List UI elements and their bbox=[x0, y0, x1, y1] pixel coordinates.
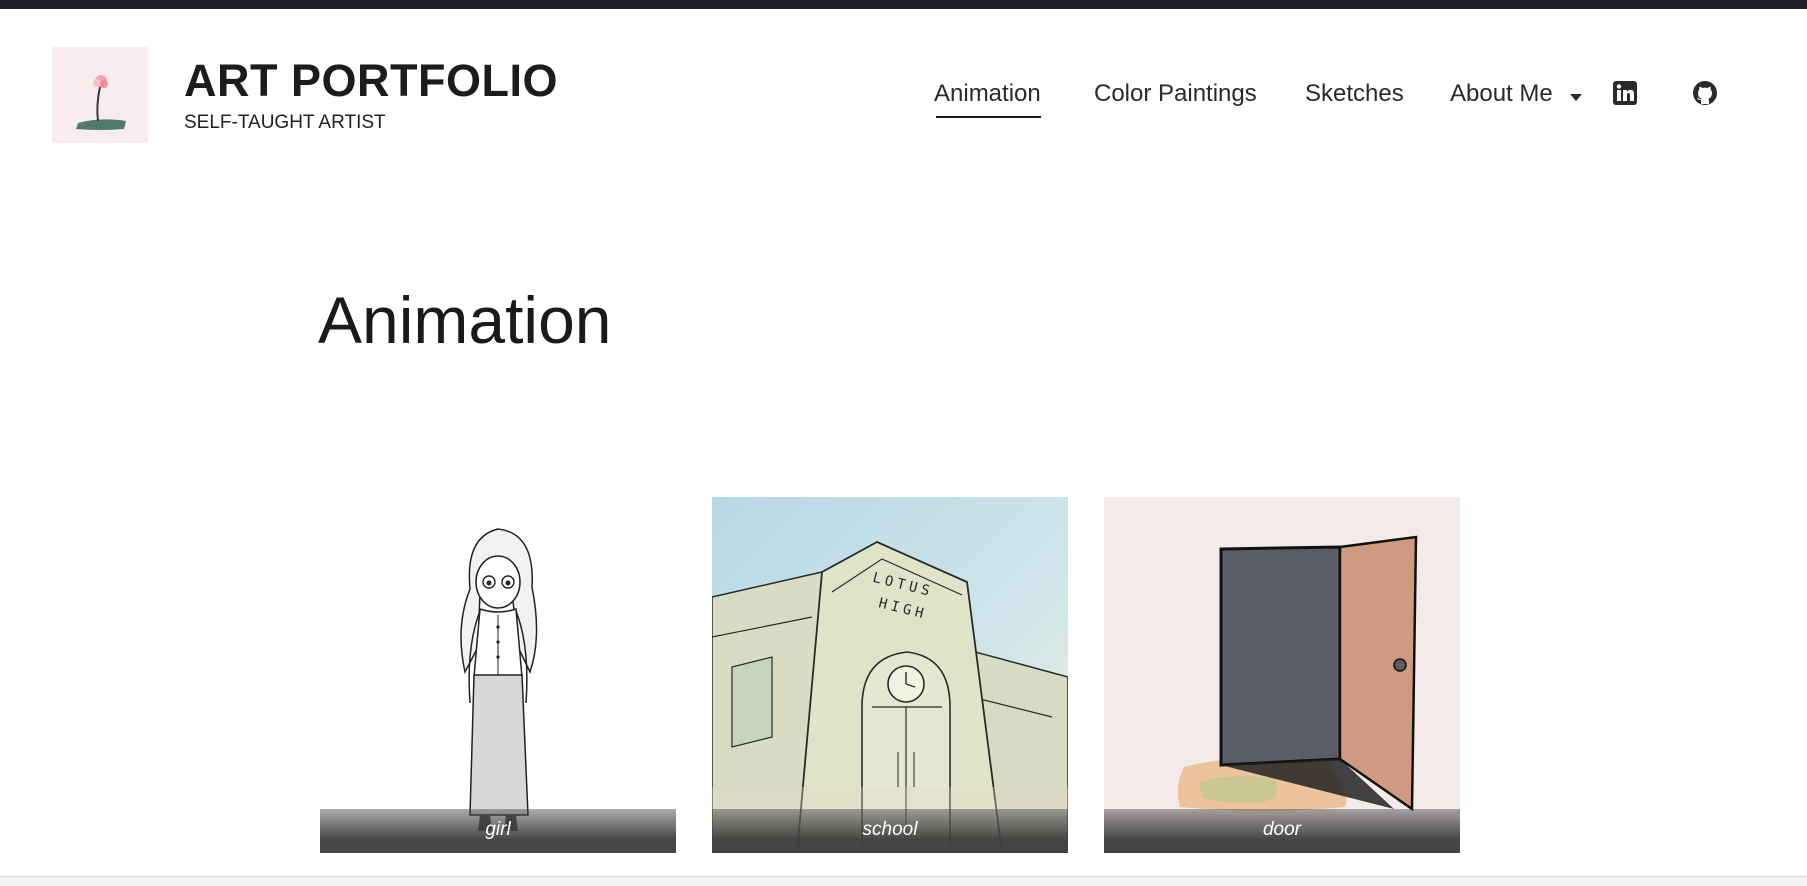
gallery-grid: girl LOTUS HIGH school door bbox=[320, 497, 1460, 853]
girl-sketch-image bbox=[320, 497, 676, 853]
gallery-card-girl[interactable]: girl bbox=[320, 497, 676, 853]
linkedin-icon bbox=[1613, 81, 1637, 105]
nav-item-animation[interactable]: Animation bbox=[934, 80, 1041, 118]
chevron-down-icon[interactable] bbox=[1570, 94, 1582, 101]
github-icon bbox=[1693, 81, 1717, 105]
nav-item-about-me[interactable]: About Me bbox=[1450, 80, 1553, 108]
open-door-image bbox=[1104, 497, 1460, 853]
site-header: ART PORTFOLIO SELF-TAUGHT ARTIST Animati… bbox=[0, 9, 1807, 169]
nav-item-sketches[interactable]: Sketches bbox=[1305, 80, 1404, 108]
gallery-card-door[interactable]: door bbox=[1104, 497, 1460, 853]
gallery-caption: school bbox=[712, 809, 1068, 853]
gallery-caption: door bbox=[1104, 809, 1460, 853]
gallery-card-school[interactable]: LOTUS HIGH school bbox=[712, 497, 1068, 853]
main-nav: Animation Color Paintings Sketches About… bbox=[0, 80, 1807, 120]
github-link[interactable] bbox=[1692, 80, 1718, 106]
window-top-bar bbox=[0, 0, 1807, 9]
page-title: Animation bbox=[318, 283, 612, 357]
gallery-caption: girl bbox=[320, 809, 676, 853]
school-building-image: LOTUS HIGH bbox=[712, 497, 1068, 853]
linkedin-link[interactable] bbox=[1612, 80, 1638, 106]
nav-item-color-paintings[interactable]: Color Paintings bbox=[1094, 80, 1257, 108]
